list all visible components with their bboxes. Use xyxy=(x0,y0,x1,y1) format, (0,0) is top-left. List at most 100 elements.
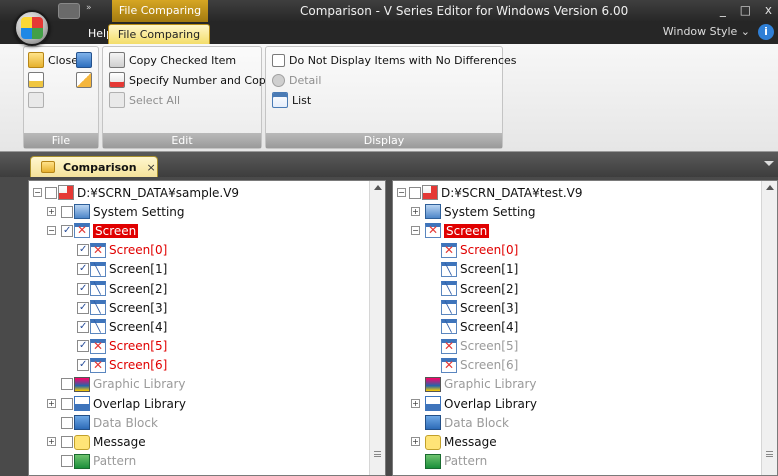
screen-icon xyxy=(441,261,457,277)
tree-item-overlap-library[interactable]: + Overlap Library xyxy=(33,394,367,413)
window-style-menu[interactable]: Window Style ⌄ xyxy=(663,25,750,38)
help-icon[interactable]: i xyxy=(758,24,774,40)
open-file-button[interactable] xyxy=(28,71,48,89)
left-compare-pane[interactable]: − D:¥SCRN_DATA¥sample.V9 + System Settin… xyxy=(28,180,386,476)
scroll-grip-icon[interactable] xyxy=(374,451,381,457)
item-label: Screen[0] xyxy=(109,243,168,258)
copy-icon xyxy=(109,52,125,68)
quick-access-save-button[interactable] xyxy=(58,3,80,19)
left-vertical-scrollbar[interactable] xyxy=(369,181,385,475)
export-button[interactable] xyxy=(28,91,48,109)
item-checkbox[interactable] xyxy=(77,244,89,257)
tree-root[interactable]: − D:¥SCRN_DATA¥sample.V9 xyxy=(33,183,367,202)
tree-item-message[interactable]: + Message xyxy=(397,432,759,451)
item-checkbox[interactable] xyxy=(61,416,73,429)
graphic-library-icon xyxy=(74,376,90,392)
root-checkbox[interactable] xyxy=(45,186,57,199)
tab-file-comparing[interactable]: File Comparing xyxy=(108,24,210,44)
expand-icon[interactable]: + xyxy=(411,437,420,447)
tree-item-pattern[interactable]: Pattern xyxy=(397,452,759,471)
tree-item-graphic-library[interactable]: Graphic Library xyxy=(397,375,759,394)
item-checkbox[interactable] xyxy=(61,436,73,449)
scroll-grip-icon[interactable] xyxy=(766,451,773,457)
scroll-up-icon[interactable] xyxy=(374,185,382,190)
tree-item-message[interactable]: + Message xyxy=(33,432,367,451)
display-group-label: Display xyxy=(266,133,502,148)
tab-list-dropdown-icon[interactable] xyxy=(764,161,774,166)
tree-item-screen-6[interactable]: Screen[6] xyxy=(33,356,367,375)
maximize-button[interactable]: □ xyxy=(740,3,751,17)
save-button[interactable] xyxy=(76,51,96,69)
item-checkbox[interactable] xyxy=(61,224,73,237)
quick-access-more-icon[interactable]: » xyxy=(86,3,92,13)
tree-item-data-block[interactable]: Data Block xyxy=(397,413,759,432)
tree-item-screen-4[interactable]: Screen[4] xyxy=(33,317,367,336)
item-checkbox[interactable] xyxy=(61,378,73,391)
expand-icon[interactable]: + xyxy=(47,399,56,409)
item-checkbox[interactable] xyxy=(77,359,89,372)
collapse-icon[interactable]: − xyxy=(397,188,406,197)
tree-item-screen-2[interactable]: Screen[2] xyxy=(33,279,367,298)
detail-radio[interactable]: Detail xyxy=(272,71,321,89)
expand-icon[interactable]: + xyxy=(47,437,56,447)
close-file-button[interactable]: Close xyxy=(28,51,78,69)
close-window-button[interactable]: x xyxy=(765,3,772,17)
minimize-button[interactable]: _ xyxy=(720,3,726,17)
item-checkbox[interactable] xyxy=(61,455,73,468)
tree-root[interactable]: − D:¥SCRN_DATA¥test.V9 xyxy=(397,183,759,202)
list-button[interactable]: List xyxy=(272,91,311,109)
collapse-icon[interactable]: − xyxy=(47,226,56,236)
application-menu-button[interactable] xyxy=(14,10,50,46)
tree-item-screen-5[interactable]: Screen[5] xyxy=(33,337,367,356)
item-checkbox[interactable] xyxy=(61,205,73,218)
tree-item-system-setting[interactable]: + System Setting xyxy=(33,202,367,221)
item-checkbox[interactable] xyxy=(61,397,73,410)
right-vertical-scrollbar[interactable] xyxy=(761,181,777,475)
tree-item-screen-2[interactable]: Screen[2] xyxy=(397,279,759,298)
tree-item-screen-3[interactable]: Screen[3] xyxy=(33,298,367,317)
tree-item-screen[interactable]: − Screen xyxy=(397,221,759,240)
item-checkbox[interactable] xyxy=(77,263,89,276)
item-checkbox[interactable] xyxy=(77,340,89,353)
item-checkbox[interactable] xyxy=(77,301,89,314)
tree-item-pattern[interactable]: Pattern xyxy=(33,452,367,471)
screen-diff-icon xyxy=(74,223,90,239)
tree-item-screen-1[interactable]: Screen[1] xyxy=(33,260,367,279)
close-tab-icon[interactable]: × xyxy=(147,161,156,174)
expand-icon[interactable]: + xyxy=(47,207,56,217)
no-difference-checkbox[interactable]: Do Not Display Items with No Differences xyxy=(272,51,517,69)
tree-item-screen-6[interactable]: Screen[6] xyxy=(397,356,759,375)
pattern-icon xyxy=(74,453,90,469)
item-checkbox[interactable] xyxy=(77,282,89,295)
item-checkbox[interactable] xyxy=(77,320,89,333)
copy-checked-item-button[interactable]: Copy Checked Item xyxy=(109,51,236,69)
tree-item-data-block[interactable]: Data Block xyxy=(33,413,367,432)
tree-item-screen-1[interactable]: Screen[1] xyxy=(397,260,759,279)
tree-item-screen-5[interactable]: Screen[5] xyxy=(397,337,759,356)
expand-icon[interactable]: + xyxy=(411,207,420,217)
collapse-icon[interactable]: − xyxy=(411,226,420,236)
select-all-button[interactable]: Select All xyxy=(109,91,180,109)
expand-icon[interactable]: + xyxy=(411,399,420,409)
root-checkbox[interactable] xyxy=(409,186,421,199)
item-label: Screen[6] xyxy=(109,358,168,373)
tree-item-screen-0[interactable]: Screen[0] xyxy=(397,241,759,260)
scroll-up-icon[interactable] xyxy=(766,185,774,190)
tab-comparison[interactable]: Comparison × xyxy=(30,156,158,177)
collapse-icon[interactable]: − xyxy=(33,188,42,197)
compare-file-button[interactable] xyxy=(76,71,96,89)
right-compare-pane[interactable]: − D:¥SCRN_DATA¥test.V9 + System Setting … xyxy=(392,180,778,476)
radio-icon xyxy=(272,73,285,87)
tree-item-screen-4[interactable]: Screen[4] xyxy=(397,317,759,336)
tree-item-screen[interactable]: − Screen xyxy=(33,221,367,240)
tree-item-overlap-library[interactable]: + Overlap Library xyxy=(397,394,759,413)
specify-number-copy-button[interactable]: Specify Number and Copy xyxy=(109,71,272,89)
tree-item-system-setting[interactable]: + System Setting xyxy=(397,202,759,221)
tree-item-screen-3[interactable]: Screen[3] xyxy=(397,298,759,317)
edit-group: Copy Checked Item Specify Number and Cop… xyxy=(102,46,272,149)
screen-icon xyxy=(441,300,457,316)
tree-item-graphic-library[interactable]: Graphic Library xyxy=(33,375,367,394)
select-all-label: Select All xyxy=(129,93,181,107)
tree-item-screen-0[interactable]: Screen[0] xyxy=(33,241,367,260)
screen-diff-icon xyxy=(425,223,441,239)
